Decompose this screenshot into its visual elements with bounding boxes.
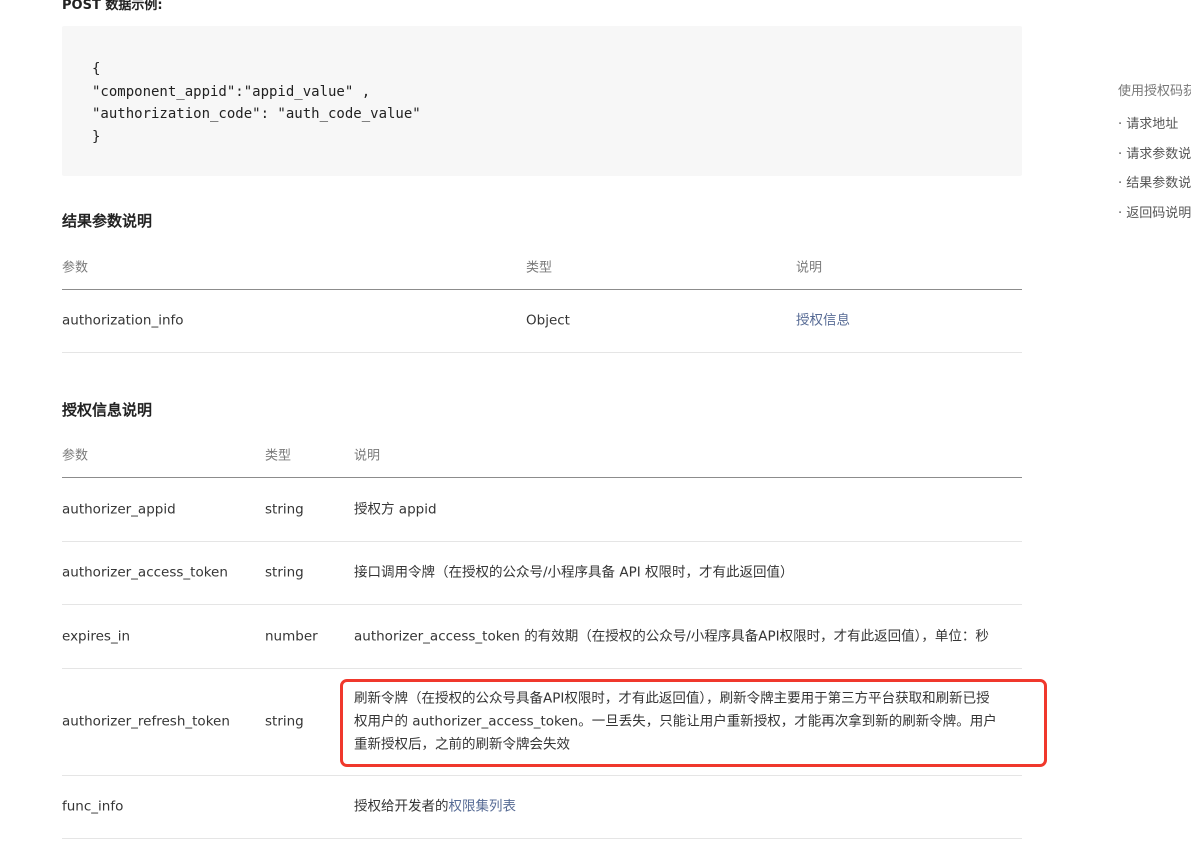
result-params-table: 参数 类型 说明 authorization_info Object 授权信息 [62,246,1022,353]
param-type: string [265,564,304,581]
toc-item-return-codes[interactable]: · 返回码说明 [1118,202,1191,232]
post-data-label: POST 数据示例: [62,0,163,13]
param-desc: authorizer_access_token 的有效期（在授权的公众号/小程序… [354,628,989,644]
table-row: authorization_info Object 授权信息 [62,290,1022,353]
header-type: 类型 [526,260,553,275]
toc-title[interactable]: 使用授权码获 [1118,80,1191,99]
auth-info-table: 参数 类型 说明 authorizer_appid string 授权方 app… [62,434,1022,839]
table-row: func_info 授权给开发者的权限集列表 [62,776,1022,839]
param-name: expires_in [62,628,131,644]
param-name: authorizer_access_token [62,564,228,581]
param-name: authorizer_refresh_token [62,713,230,730]
param-desc: 授权方 appid [354,501,437,517]
code-line: "authorization_code": "auth_code_value" [92,106,421,122]
header-desc: 说明 [796,260,823,275]
code-line: "component_appid":"appid_value" , [92,83,371,100]
header-desc: 说明 [354,448,381,463]
result-params-title: 结果参数说明 [62,212,153,230]
param-desc: 接口调用令牌（在授权的公众号/小程序具备 API 权限时，才有此返回值） [354,564,794,581]
table-row: authorizer_appid string 授权方 appid [62,478,1022,542]
table-header-row: 参数 类型 说明 [62,434,1022,478]
auth-info-title: 授权信息说明 [62,401,153,419]
table-of-contents: 使用授权码获 · 请求地址 · 请求参数说 · 结果参数说 · 返回码说明 [1118,80,1191,231]
code-line: } [92,128,101,145]
table-header-row: 参数 类型 说明 [62,246,1022,290]
header-param: 参数 [62,260,89,275]
toc-item-request-params[interactable]: · 请求参数说 [1118,143,1191,173]
table-row: expires_in number authorizer_access_toke… [62,605,1022,669]
param-name: authorization_info [62,312,184,329]
desc-prefix: 授权给开发者的 [354,798,449,815]
header-type: 类型 [265,448,292,463]
header-param: 参数 [62,448,89,463]
toc-item-request-url[interactable]: · 请求地址 [1118,113,1191,143]
highlight-annotation-box [340,679,1047,767]
code-content: { "component_appid":"appid_value" , "aut… [92,58,992,148]
param-type: Object [526,312,570,329]
toc-item-result-params[interactable]: · 结果参数说 [1118,172,1191,202]
permission-list-link[interactable]: 权限集列表 [449,799,517,815]
code-line: { [92,61,101,77]
param-type: string [265,713,304,730]
param-name: func_info [62,798,124,815]
param-desc: 授权给开发者的权限集列表 [354,796,516,819]
param-type: string [265,501,304,517]
authorization-info-link[interactable]: 授权信息 [796,310,850,333]
code-block: { "component_appid":"appid_value" , "aut… [62,26,1022,176]
table-row: authorizer_access_token string 接口调用令牌（在授… [62,542,1022,605]
param-name: authorizer_appid [62,501,176,517]
param-type: number [265,628,318,644]
